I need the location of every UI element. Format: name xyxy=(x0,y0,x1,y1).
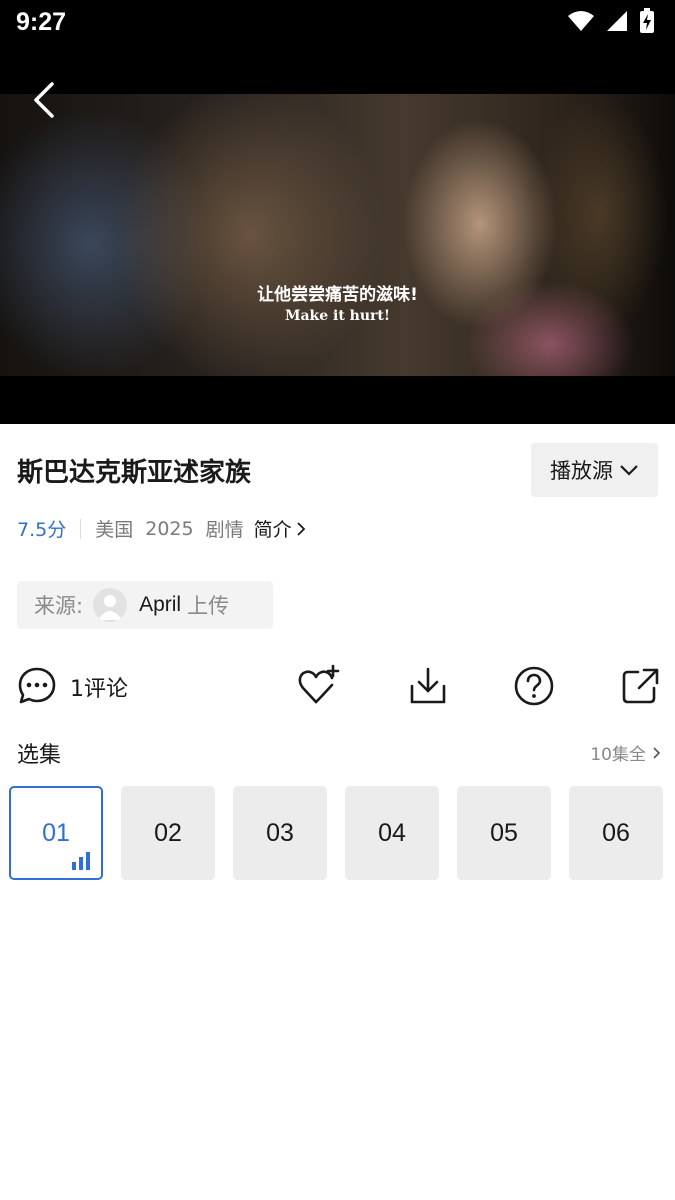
action-bar: 1评论 xyxy=(0,662,675,710)
subtitle-chinese: 让他尝尝痛苦的滋味! xyxy=(257,285,418,305)
chevron-left-icon xyxy=(34,82,54,118)
subtitle-band xyxy=(0,376,675,424)
video-frame xyxy=(0,94,675,376)
status-bar: 9:27 xyxy=(0,0,675,94)
episode-label: 03 xyxy=(266,818,294,847)
status-time: 9:27 xyxy=(16,8,67,36)
chevron-down-icon xyxy=(620,465,638,476)
episode-label: 05 xyxy=(490,818,518,847)
score-value: 7.5分 xyxy=(17,519,67,541)
play-source-label: 播放源 xyxy=(550,459,613,483)
play-source-button[interactable]: 播放源 xyxy=(531,443,658,497)
episodes-title: 选集 xyxy=(17,743,62,768)
episode-button-05[interactable]: 05 xyxy=(457,786,551,880)
uploader-name: April xyxy=(139,593,182,616)
chat-bubble-icon xyxy=(18,667,56,704)
status-icons xyxy=(567,8,655,34)
chevron-right-icon xyxy=(653,746,661,759)
back-button[interactable] xyxy=(26,78,66,122)
uploader-chip[interactable]: 来源: April 上传 xyxy=(17,581,273,629)
question-circle-icon xyxy=(514,666,554,706)
video-player[interactable] xyxy=(0,94,675,424)
intro-label: 简介 xyxy=(253,519,292,541)
source-label: 来源: xyxy=(34,594,84,618)
chevron-right-icon xyxy=(296,521,305,536)
genre-value: 剧情 xyxy=(205,519,244,541)
episode-button-06[interactable]: 06 xyxy=(569,786,663,880)
episode-button-01[interactable]: 01 xyxy=(9,786,103,880)
intro-link[interactable]: 简介 xyxy=(254,515,306,542)
episode-total: 10集全 xyxy=(590,745,646,765)
region-value: 美国 xyxy=(95,519,134,541)
download-button[interactable] xyxy=(408,666,448,710)
episode-label: 02 xyxy=(154,818,182,847)
episode-label: 04 xyxy=(378,818,406,847)
episode-button-04[interactable]: 04 xyxy=(345,786,439,880)
cellular-signal-icon xyxy=(607,11,627,31)
favorite-button[interactable] xyxy=(297,664,341,710)
comment-button[interactable] xyxy=(17,666,57,710)
help-button[interactable] xyxy=(513,665,555,711)
year-value: 2025 xyxy=(145,517,194,540)
show-title: 斯巴达克斯亚述家族 xyxy=(17,458,252,488)
playing-bars-icon xyxy=(72,852,90,870)
wifi-icon xyxy=(568,11,594,31)
meta-divider xyxy=(80,518,82,539)
episode-button-02[interactable]: 02 xyxy=(121,786,215,880)
battery-charging-icon xyxy=(640,8,654,33)
episode-list: 01 02 03 04 05 06 xyxy=(9,786,663,880)
share-icon xyxy=(622,668,659,704)
share-button[interactable] xyxy=(620,666,660,710)
show-meta: 7.5分 美国 2025 剧情 简介 xyxy=(17,515,306,542)
all-episodes-link[interactable]: 10集全 xyxy=(590,740,661,765)
upload-suffix: 上传 xyxy=(187,594,230,618)
episode-label: 01 xyxy=(42,818,70,847)
comment-count[interactable]: 1评论 xyxy=(70,671,128,703)
subtitle-english: Make it hurt! xyxy=(284,308,391,324)
heart-plus-icon xyxy=(298,664,340,704)
episode-button-03[interactable]: 03 xyxy=(233,786,327,880)
avatar xyxy=(93,588,128,622)
download-icon xyxy=(410,667,446,704)
user-icon xyxy=(98,595,123,620)
episode-label: 06 xyxy=(602,818,630,847)
